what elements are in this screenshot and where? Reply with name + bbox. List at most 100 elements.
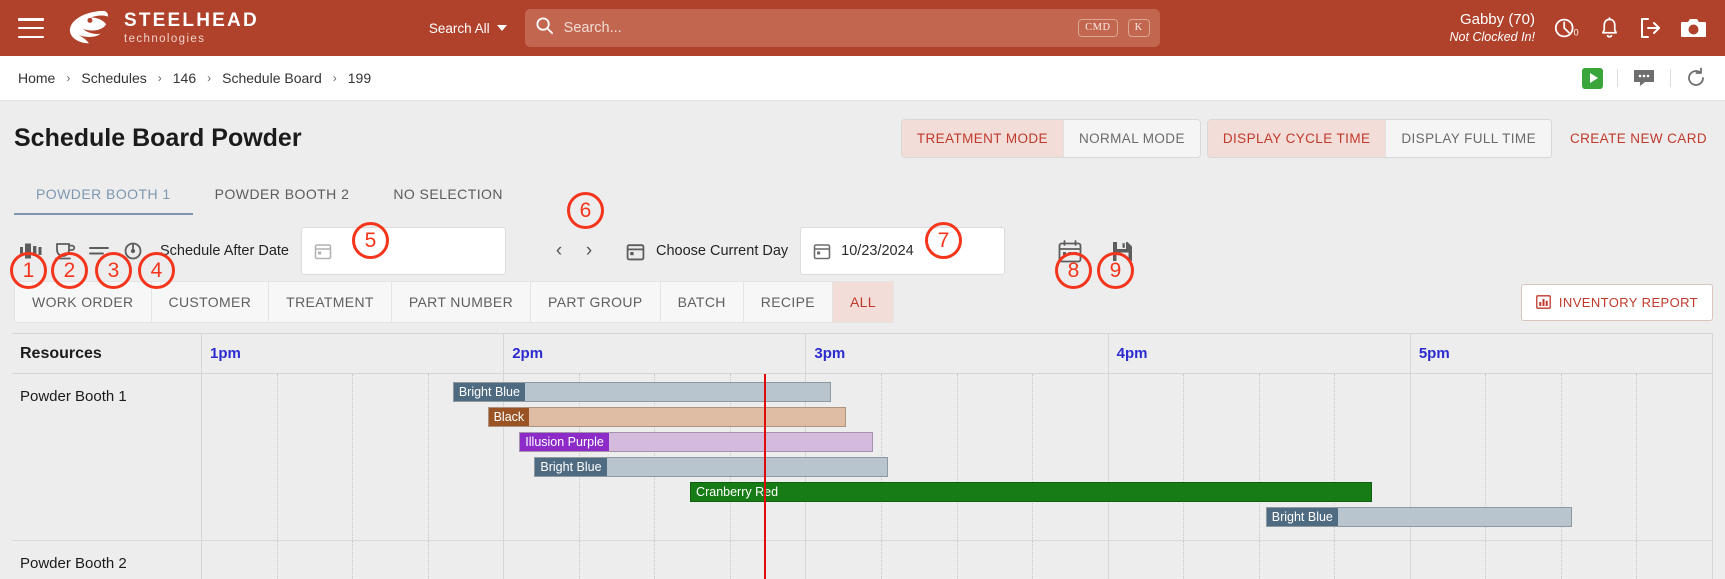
header-right-cluster: Gabby (70) Not Clocked In! 0 bbox=[1450, 11, 1707, 45]
create-new-card-button[interactable]: CREATE NEW CARD bbox=[1564, 120, 1713, 157]
hour-tick-5pm: 5pm bbox=[1411, 334, 1713, 373]
breadcrumb-item-home[interactable]: Home bbox=[18, 70, 55, 86]
gantt-bar-label: Bright Blue bbox=[1266, 508, 1338, 526]
mode-group-treatment: TREATMENT MODE NORMAL MODE bbox=[900, 119, 1201, 158]
current-day-input[interactable]: 10/23/2024 bbox=[800, 227, 1006, 275]
tab-no-selection[interactable]: NO SELECTION bbox=[371, 174, 525, 215]
breadcrumb-separator: › bbox=[66, 71, 71, 85]
comment-icon[interactable] bbox=[1632, 68, 1656, 88]
menu-hamburger-icon[interactable] bbox=[18, 18, 44, 38]
brand-tagline: technologies bbox=[124, 32, 206, 45]
gantt-bar-label: Cranberry Red bbox=[691, 483, 998, 501]
divider bbox=[1617, 69, 1618, 87]
choose-current-day-group: Choose Current Day bbox=[626, 242, 788, 261]
annotation-callout-4: 4 bbox=[138, 252, 175, 289]
annotation-callout-3: 3 bbox=[95, 252, 132, 289]
gantt-bar[interactable]: Bright Blue bbox=[534, 457, 888, 477]
notifications-bell-icon[interactable] bbox=[1599, 16, 1620, 40]
annotation-callout-8: 8 bbox=[1055, 252, 1092, 289]
annotation-callout-2: 2 bbox=[51, 252, 88, 289]
hour-axis: 1pm 2pm 3pm 4pm 5pm bbox=[202, 334, 1713, 373]
treatment-mode-button[interactable]: TREATMENT MODE bbox=[901, 120, 1063, 157]
key-cmd-badge: CMD bbox=[1078, 18, 1118, 38]
gantt-row-track: Bright Blue Black Illusion Purple Bright Bl… bbox=[202, 374, 1713, 540]
page-header: Schedule Board Powder TREATMENT MODE NOR… bbox=[12, 101, 1713, 164]
filter-chip-all[interactable]: ALL bbox=[832, 281, 894, 323]
divider bbox=[1670, 69, 1671, 87]
tab-powder-booth-2[interactable]: POWDER BOOTH 2 bbox=[193, 174, 372, 215]
annotation-callout-6: 6 bbox=[567, 192, 604, 229]
search-scope-label: Search All bbox=[428, 20, 490, 36]
gantt-bar[interactable]: Illusion Purple bbox=[519, 432, 873, 452]
hour-label: 3pm bbox=[814, 345, 846, 362]
hour-label: 1pm bbox=[210, 345, 241, 362]
logout-icon[interactable] bbox=[1638, 16, 1662, 40]
gantt-bar[interactable]: Bright Blue bbox=[452, 382, 831, 402]
filter-chip-treatment[interactable]: TREATMENT bbox=[269, 281, 392, 323]
gantt-row-track bbox=[202, 541, 1713, 579]
calendar-icon bbox=[626, 243, 645, 260]
next-day-button[interactable]: › bbox=[574, 236, 604, 266]
display-full-time-button[interactable]: DISPLAY FULL TIME bbox=[1385, 120, 1551, 157]
breadcrumb-item-schedules[interactable]: Schedules bbox=[81, 70, 146, 86]
gantt-body: Powder Booth 1 Bright Blue Black Illusion P… bbox=[12, 374, 1713, 579]
key-k-badge: K bbox=[1127, 18, 1150, 38]
calendar-icon bbox=[813, 244, 831, 260]
camera-icon[interactable] bbox=[1680, 17, 1707, 40]
gantt-row: Powder Booth 2 bbox=[12, 541, 1713, 579]
filter-chip-part-number[interactable]: PART NUMBER bbox=[391, 281, 532, 323]
global-search[interactable]: CMD K bbox=[524, 9, 1160, 47]
choose-current-day-label: Choose Current Day bbox=[655, 243, 789, 259]
filter-chip-customer[interactable]: CUSTOMER bbox=[151, 281, 270, 323]
user-clock-status: Not Clocked In! bbox=[1449, 29, 1535, 44]
page-title: Schedule Board Powder bbox=[14, 124, 302, 152]
brand-name: STEELHEAD bbox=[124, 9, 259, 31]
breadcrumb-bar: Home › Schedules › 146 › Schedule Board … bbox=[0, 56, 1725, 101]
app-header: STEELHEAD technologies Search All CMD K … bbox=[0, 0, 1725, 56]
mode-group-display: DISPLAY CYCLE TIME DISPLAY FULL TIME bbox=[1206, 119, 1552, 158]
tab-powder-booth-1[interactable]: POWDER BOOTH 1 bbox=[14, 174, 193, 215]
annotation-callout-5: 5 bbox=[352, 222, 389, 259]
hour-tick-2pm: 2pm bbox=[504, 334, 807, 373]
filter-chip-part-group[interactable]: PART GROUP bbox=[531, 281, 661, 323]
gantt-bar-label: Illusion Purple bbox=[520, 433, 609, 451]
breadcrumb-item-schedule-board[interactable]: Schedule Board bbox=[222, 70, 322, 86]
filter-chip-batch[interactable]: BATCH bbox=[660, 281, 744, 323]
hour-tick-1pm: 1pm bbox=[202, 334, 505, 373]
search-input[interactable] bbox=[563, 20, 1069, 36]
breadcrumb-separator: › bbox=[157, 71, 162, 85]
hour-tick-3pm: 3pm bbox=[806, 334, 1109, 373]
play-icon[interactable] bbox=[1582, 67, 1603, 89]
clock-icon[interactable]: 0 bbox=[1553, 15, 1581, 41]
prev-day-button[interactable]: ‹ bbox=[544, 236, 574, 266]
chevron-down-icon bbox=[496, 25, 507, 31]
gantt-row: Powder Booth 1 Bright Blue Black Illusion P… bbox=[12, 374, 1713, 541]
booth-tabs: POWDER BOOTH 1 POWDER BOOTH 2 NO SELECTI… bbox=[12, 174, 1713, 215]
refresh-icon[interactable] bbox=[1685, 67, 1707, 89]
gantt-chart: Resources 1pm 2pm 3pm 4pm 5pm Powder Booth 1… bbox=[12, 333, 1713, 579]
inventory-report-label: INVENTORY REPORT bbox=[1558, 294, 1698, 310]
svg-text:0: 0 bbox=[1574, 27, 1579, 37]
display-cycle-time-button[interactable]: DISPLAY CYCLE TIME bbox=[1207, 120, 1386, 157]
gantt-bar[interactable]: Bright Blue bbox=[1265, 507, 1573, 527]
gantt-bar[interactable]: Cranberry Red bbox=[690, 482, 1372, 502]
breadcrumb-item-146[interactable]: 146 bbox=[173, 70, 196, 86]
breadcrumb-item-199[interactable]: 199 bbox=[348, 70, 371, 86]
gantt-header: Resources 1pm 2pm 3pm 4pm 5pm bbox=[12, 334, 1713, 374]
search-scope-dropdown[interactable]: Search All bbox=[429, 21, 507, 36]
annotation-callout-9: 9 bbox=[1097, 252, 1134, 289]
user-name-label: Gabby (70) bbox=[1459, 10, 1535, 28]
normal-mode-button[interactable]: NORMAL MODE bbox=[1062, 120, 1200, 157]
schedule-toolbar: Schedule After Date ‹ › Choose Current D… bbox=[12, 215, 1713, 279]
brand-logo[interactable]: STEELHEAD technologies bbox=[66, 8, 259, 48]
inventory-report-button[interactable]: INVENTORY REPORT bbox=[1520, 283, 1713, 321]
user-info[interactable]: Gabby (70) Not Clocked In! bbox=[1450, 11, 1535, 45]
gantt-bar-label: Black bbox=[488, 408, 530, 426]
gantt-row-label: Powder Booth 1 bbox=[12, 374, 202, 540]
filter-chip-recipe[interactable]: RECIPE bbox=[743, 281, 833, 323]
schedule-after-date-input[interactable] bbox=[300, 227, 506, 275]
hour-label: 5pm bbox=[1418, 345, 1450, 362]
gantt-bar[interactable]: Black bbox=[487, 407, 846, 427]
current-time-line bbox=[764, 374, 766, 579]
page-body: Schedule Board Powder TREATMENT MODE NOR… bbox=[0, 101, 1725, 579]
